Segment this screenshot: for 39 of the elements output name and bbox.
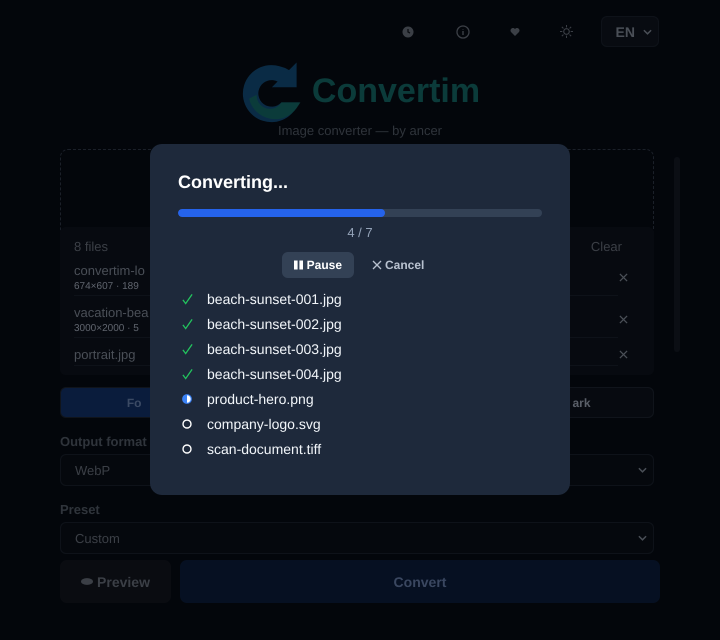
chevron-down-icon <box>638 467 647 473</box>
close-icon[interactable] <box>619 350 628 359</box>
file-name: product-hero.png <box>207 390 314 406</box>
language-select[interactable]: EN <box>600 16 659 47</box>
file-name: convertim-lo <box>74 263 145 278</box>
check-icon <box>182 368 192 380</box>
file-name: beach-sunset-001.jpg <box>207 290 342 306</box>
pause-button[interactable]: Pause <box>282 252 354 278</box>
file-name: company-logo.svg <box>207 416 321 432</box>
convert-button[interactable]: Convert <box>180 560 660 603</box>
clock-icon[interactable] <box>402 26 414 38</box>
pause-icon <box>294 260 303 270</box>
file-name: beach-sunset-002.jpg <box>207 316 342 332</box>
close-icon[interactable] <box>619 315 628 324</box>
file-name: scan-document.tiff <box>207 440 322 456</box>
check-icon <box>182 292 192 304</box>
chevron-down-icon <box>638 535 647 541</box>
sun-icon[interactable] <box>560 25 573 38</box>
progress-counter: 4 / 7 <box>346 225 374 240</box>
dialog-title: Converting... <box>178 172 290 193</box>
half-circle-icon <box>182 394 192 404</box>
info-icon[interactable] <box>456 24 470 38</box>
heart-icon[interactable] <box>510 26 520 36</box>
file-name: portrait.jpg <box>74 347 136 362</box>
eye-icon <box>81 578 94 585</box>
file-name: vacation-bea <box>74 305 148 320</box>
file-meta: 674×607 · 189 <box>74 281 140 292</box>
check-icon <box>182 318 192 330</box>
close-icon <box>372 260 382 270</box>
chevron-down-icon <box>643 28 652 34</box>
file-name: beach-sunset-004.jpg <box>207 366 342 382</box>
preset-select[interactable]: Custom <box>60 522 654 554</box>
file-meta: 3000×2000 · 5 <box>74 323 140 334</box>
circle-icon <box>182 418 192 428</box>
cancel-button[interactable]: Cancel <box>360 252 436 278</box>
close-icon[interactable] <box>619 273 628 282</box>
file-name: beach-sunset-003.jpg <box>207 340 342 356</box>
check-icon <box>182 342 192 354</box>
circle-icon <box>182 444 192 454</box>
